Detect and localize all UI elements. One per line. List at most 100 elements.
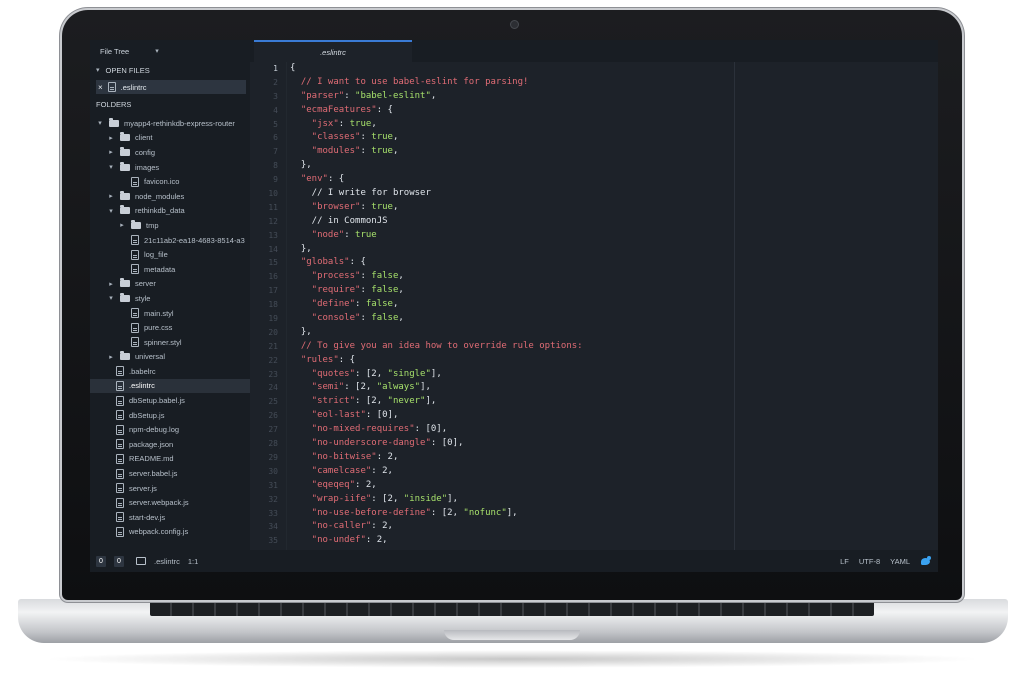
chevron-down-icon[interactable]: ▾ [107, 294, 115, 302]
chevron-right-icon[interactable]: ▸ [107, 134, 115, 142]
code-line[interactable]: "strict": [2, "never"], [290, 395, 938, 409]
tree-folder[interactable]: ▾ style [90, 291, 250, 306]
tree-folder[interactable]: ▸ config [90, 145, 250, 160]
chevron-down-icon[interactable]: ▾ [96, 66, 100, 74]
code-line[interactable]: "classes": true, [290, 131, 938, 145]
code-line[interactable]: "parser": "babel-eslint", [290, 90, 938, 104]
code-line[interactable]: { [290, 62, 938, 76]
code-line[interactable]: "node": true [290, 229, 938, 243]
status-file-name[interactable]: .eslintrc [154, 557, 180, 566]
code-token: "browser" [290, 201, 361, 212]
tree-file[interactable]: README.md [90, 452, 250, 467]
tree-folder[interactable]: ▸ server [90, 277, 250, 292]
chevron-right-icon[interactable]: ▸ [107, 280, 115, 288]
code-line[interactable]: "no-mixed-requires": [0], [290, 423, 938, 437]
tree-folder[interactable]: ▸ node_modules [90, 189, 250, 204]
monitor-icon[interactable] [136, 557, 146, 565]
code-line[interactable]: "no-use-before-define": [2, "nofunc"], [290, 507, 938, 521]
tree-file[interactable]: server.babel.js [90, 466, 250, 481]
tree-folder[interactable]: ▸ client [90, 131, 250, 146]
chevron-right-icon[interactable]: ▸ [107, 192, 115, 200]
code-line[interactable]: "define": false, [290, 298, 938, 312]
code-line[interactable]: "globals": { [290, 256, 938, 270]
code-line[interactable]: // in CommonJS [290, 215, 938, 229]
chevron-down-icon[interactable]: ▾ [96, 119, 104, 127]
tree-file[interactable]: .eslintrc [90, 378, 250, 394]
tree-item-label: server.babel.js [129, 469, 178, 479]
tree-folder[interactable]: ▾ myapp4-rethinkdb-express-router [90, 116, 250, 131]
code-lines[interactable]: { // I want to use babel-eslint for pars… [290, 62, 938, 548]
tree-file[interactable]: spinner.styl [90, 335, 250, 350]
tree-file[interactable]: server.webpack.js [90, 495, 250, 510]
code-line[interactable]: "rules": { [290, 354, 938, 368]
tree-file[interactable]: server.js [90, 481, 250, 496]
tree-file[interactable]: favicon.ico [90, 174, 250, 189]
code-line[interactable]: "no-underscore-dangle": [0], [290, 437, 938, 451]
chevron-right-icon[interactable]: ▸ [107, 148, 115, 156]
tree-file[interactable]: 21c11ab2-ea18-4683-8514-a3 [90, 233, 250, 248]
tree-folder[interactable]: ▾ rethinkdb_data [90, 204, 250, 219]
warning-count-badge[interactable]: 0 [114, 555, 124, 567]
code-line[interactable]: "no-bitwise": 2, [290, 451, 938, 465]
code-line[interactable]: "jsx": true, [290, 118, 938, 132]
code-line[interactable]: // I want to use babel-eslint for parsin… [290, 76, 938, 90]
tree-folder[interactable]: ▸ universal [90, 350, 250, 365]
tree-file[interactable]: .babelrc [90, 364, 250, 379]
code-line[interactable]: "browser": true, [290, 201, 938, 215]
code-line[interactable]: "no-caller": 2, [290, 520, 938, 534]
tree-file[interactable]: dbSetup.babel.js [90, 393, 250, 408]
tree-file[interactable]: metadata [90, 262, 250, 277]
open-file-item[interactable]: × .eslintrc [96, 80, 246, 94]
code-line[interactable]: "console": false, [290, 312, 938, 326]
grammar-selector[interactable]: YAML [890, 557, 910, 566]
tree-file[interactable]: webpack.config.js [90, 525, 250, 540]
code-line[interactable]: "semi": [2, "always"], [290, 381, 938, 395]
code-line[interactable]: "modules": true, [290, 145, 938, 159]
line-ending[interactable]: LF [840, 557, 849, 566]
code-line[interactable]: "camelcase": 2, [290, 465, 938, 479]
cursor-position[interactable]: 1:1 [188, 557, 198, 566]
tree-file[interactable]: main.styl [90, 306, 250, 321]
bird-icon[interactable] [920, 556, 932, 566]
code-line[interactable]: "quotes": [2, "single"], [290, 368, 938, 382]
code-token: : { [338, 354, 356, 365]
code-line[interactable]: "no-undef": 2, [290, 534, 938, 548]
code-line[interactable]: "require": false, [290, 284, 938, 298]
code-line[interactable]: "eqeqeq": 2, [290, 479, 938, 493]
close-icon[interactable]: × [98, 83, 103, 92]
tree-folder[interactable]: ▸ tmp [90, 218, 250, 233]
dropdown-caret-icon[interactable]: ▾ [155, 47, 159, 55]
file-tree-panel: File Tree ▾ ▾ OPEN FILES × .eslintrc FOL… [90, 40, 250, 550]
error-count-badge[interactable]: 0 [96, 555, 106, 567]
chevron-down-icon[interactable]: ▾ [107, 163, 115, 171]
tree-file[interactable]: log_file [90, 247, 250, 262]
line-number: 2 [273, 77, 278, 87]
tree-file[interactable]: package.json [90, 437, 250, 452]
chevron-down-icon[interactable]: ▾ [107, 207, 115, 215]
tree-file[interactable]: dbSetup.js [90, 408, 250, 423]
code-line[interactable]: "env": { [290, 173, 938, 187]
file-tree-header[interactable]: File Tree ▾ [90, 40, 250, 62]
tab-eslintrc[interactable]: .eslintrc [254, 40, 412, 62]
code-line[interactable]: "process": false, [290, 270, 938, 284]
tree-file[interactable]: pure.css [90, 320, 250, 335]
file-encoding[interactable]: UTF-8 [859, 557, 880, 566]
code-line[interactable]: "ecmaFeatures": { [290, 104, 938, 118]
tree-folder[interactable]: ▾ images [90, 160, 250, 175]
tree-file[interactable]: npm-debug.log [90, 422, 250, 437]
folders-label: FOLDERS [96, 99, 132, 109]
folder-icon [109, 117, 119, 127]
code-token: : [2, [355, 396, 388, 407]
chevron-right-icon[interactable]: ▸ [118, 221, 126, 229]
code-line[interactable]: // To give you an idea how to override r… [290, 340, 938, 354]
code-editor[interactable]: 1 2 3 4 5 6 7 8 9 10 11 12 13 14 15 16 17 18 19 20 21 22 23 24 2… [250, 62, 938, 550]
code-line[interactable]: }, [290, 159, 938, 173]
code-line[interactable]: "wrap-iife": [2, "inside"], [290, 493, 938, 507]
code-line[interactable]: // I write for browser [290, 187, 938, 201]
code-line[interactable]: "eol-last": [0], [290, 409, 938, 423]
chevron-right-icon[interactable]: ▸ [107, 353, 115, 361]
code-line[interactable]: }, [290, 326, 938, 340]
tree-file[interactable]: start-dev.js [90, 510, 250, 525]
code-line[interactable]: }, [290, 243, 938, 257]
open-files-section[interactable]: ▾ OPEN FILES [90, 62, 250, 78]
